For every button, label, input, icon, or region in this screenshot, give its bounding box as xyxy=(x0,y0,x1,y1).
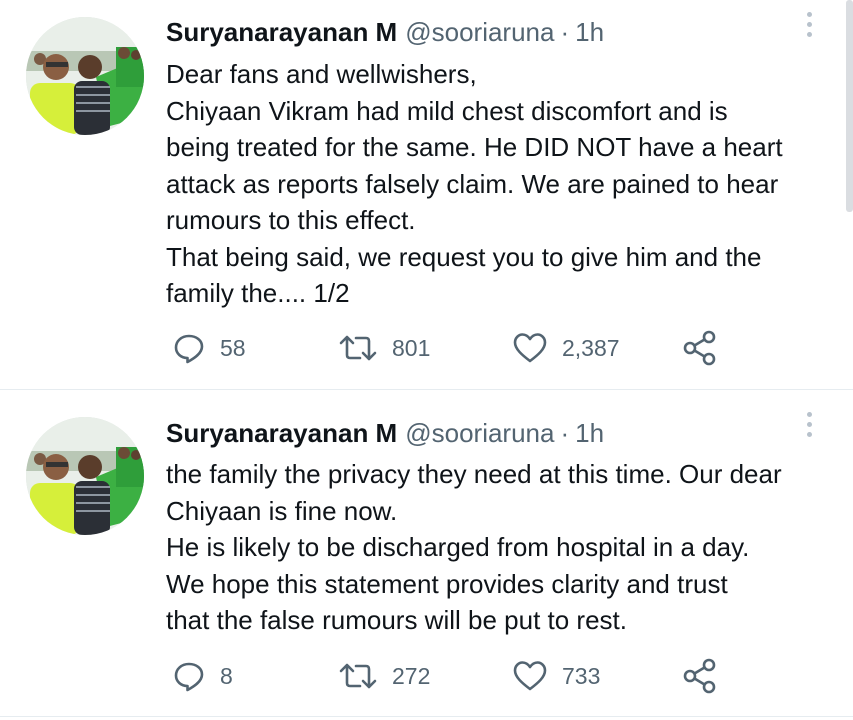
author-name[interactable]: Suryanarayanan M xyxy=(166,17,397,47)
retweet-button[interactable]: 801 xyxy=(338,328,430,368)
tweet[interactable]: Suryanarayanan M @sooriaruna · 1h the famil… xyxy=(0,390,853,720)
author-handle[interactable]: @sooriaruna xyxy=(405,418,554,448)
tweet-header: Suryanarayanan M @sooriaruna · 1h xyxy=(166,14,604,50)
retweet-button[interactable]: 272 xyxy=(338,656,430,696)
retweet-count: 272 xyxy=(392,662,431,689)
retweet-icon xyxy=(339,335,377,361)
tweet-line: Dear fans and wellwishers, xyxy=(166,59,477,89)
more-vertical-icon[interactable] xyxy=(802,12,816,46)
tweet-header: Suryanarayanan M @sooriaruna · 1h xyxy=(166,415,604,451)
tweet-line: Chiyaan is fine now. xyxy=(166,495,398,526)
tweet-actions: 58 801 2,387 xyxy=(166,328,826,368)
tweet-line: That being said, we request you to give … xyxy=(166,241,762,272)
tweet-line: rumours to this effect. xyxy=(166,205,416,235)
reply-button[interactable]: 58 xyxy=(172,328,246,368)
retweet-icon xyxy=(339,663,377,689)
share-button[interactable] xyxy=(682,656,718,696)
reply-button[interactable]: 8 xyxy=(172,656,233,696)
tweet-line: the family the privacy they need at this… xyxy=(166,459,782,489)
tweet-line: family the.... 1/2 xyxy=(166,278,350,308)
tweet-line: Chiyaan Vikram had mild chest discomfort… xyxy=(166,95,728,126)
tweet-line: He is likely to be discharged from hospi… xyxy=(166,532,750,562)
tweet-line: attack as reports falsely claim. We are … xyxy=(166,168,779,199)
like-button[interactable]: 733 xyxy=(512,656,600,696)
tweet-line: being treated for the same. He DID NOT h… xyxy=(166,132,783,162)
reply-icon xyxy=(174,334,204,364)
reply-count: 8 xyxy=(220,662,233,689)
avatar[interactable] xyxy=(26,417,144,535)
timestamp[interactable]: 1h xyxy=(575,418,604,448)
tweet-actions: 8 272 733 xyxy=(166,656,826,696)
more-vertical-icon[interactable] xyxy=(802,412,816,446)
timestamp[interactable]: 1h xyxy=(575,17,604,47)
separator-dot: · xyxy=(560,17,570,47)
reply-icon xyxy=(174,662,204,692)
heart-icon xyxy=(513,333,547,363)
share-icon xyxy=(683,330,716,366)
share-icon xyxy=(683,658,716,694)
profile-photo xyxy=(26,417,144,535)
tweet-line: that the false rumours will be put to re… xyxy=(166,605,627,635)
profile-photo xyxy=(26,17,144,135)
tweet[interactable]: Suryanarayanan M @sooriaruna · 1h Dear fans… xyxy=(0,0,853,389)
tweet-line: We hope this statement provides clarity … xyxy=(166,568,728,599)
author-handle[interactable]: @sooriaruna xyxy=(405,17,554,47)
avatar[interactable] xyxy=(26,17,144,135)
like-button[interactable]: 2,387 xyxy=(512,328,620,368)
author-name[interactable]: Suryanarayanan M xyxy=(166,418,397,448)
tweet-text: Dear fans and wellwishers, Chiyaan Vikra… xyxy=(166,56,836,312)
separator-dot: · xyxy=(560,418,570,448)
heart-icon xyxy=(513,661,547,691)
reply-count: 58 xyxy=(220,334,246,361)
tweet-text: the family the privacy they need at this… xyxy=(166,456,836,639)
tweet-divider xyxy=(0,716,853,717)
like-count: 733 xyxy=(562,662,601,689)
share-button[interactable] xyxy=(682,328,718,368)
retweet-count: 801 xyxy=(392,334,431,361)
like-count: 2,387 xyxy=(562,334,620,361)
